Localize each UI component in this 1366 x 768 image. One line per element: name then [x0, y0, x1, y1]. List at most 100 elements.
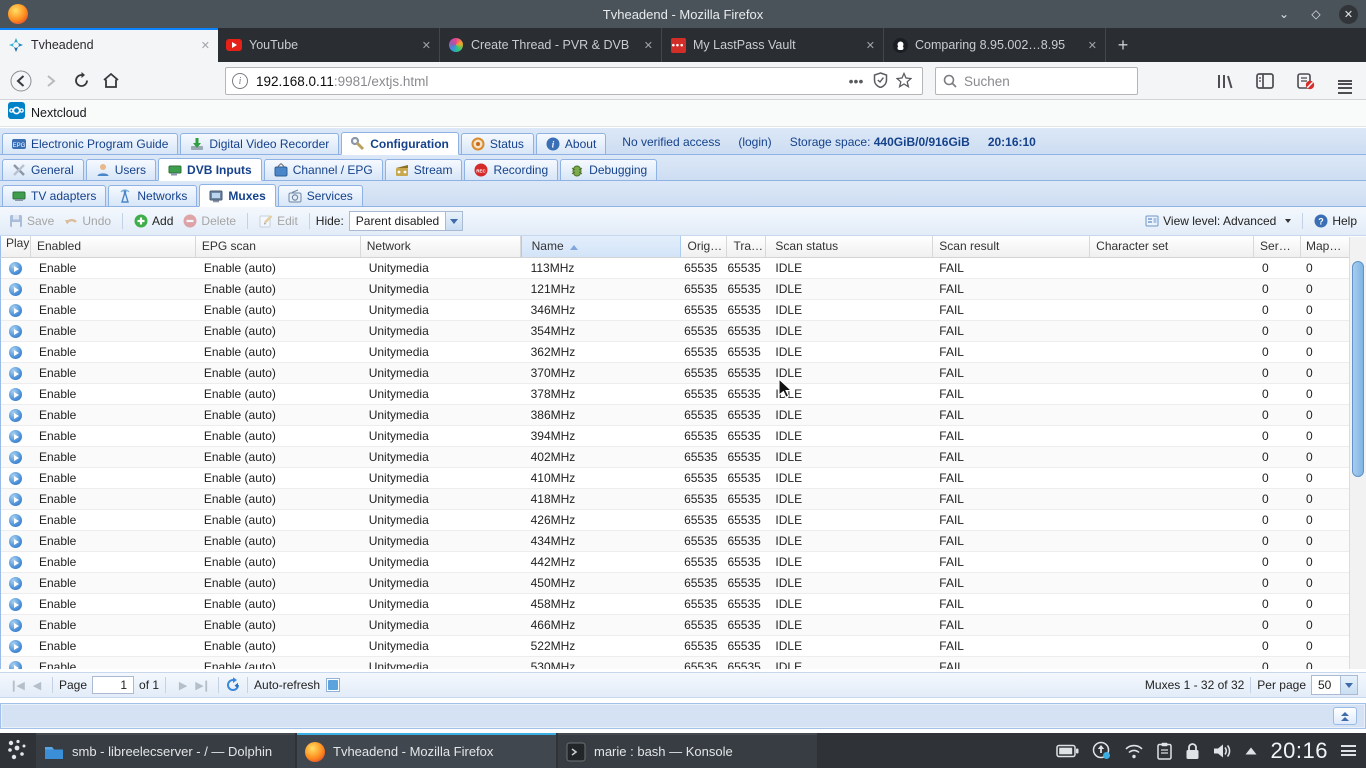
login-link[interactable]: (login) [738, 135, 771, 149]
play-icon[interactable] [9, 619, 22, 632]
search-input[interactable]: Suchen [935, 67, 1138, 95]
hide-select[interactable]: Parent disabled [349, 211, 463, 231]
taskbar-menu-icon[interactable] [1341, 743, 1356, 759]
column-header-name[interactable]: Name [521, 236, 682, 257]
chevron-down-icon[interactable] [1340, 676, 1357, 694]
table-row[interactable]: EnableEnable (auto)Unitymedia394MHz65535… [1, 426, 1349, 447]
column-header-network[interactable]: Network [361, 236, 521, 257]
tab-services[interactable]: Services [278, 185, 363, 207]
column-header-enabled[interactable]: Enabled [31, 236, 196, 257]
play-icon[interactable] [9, 640, 22, 653]
reload-icon[interactable] [66, 67, 96, 95]
adblock-icon[interactable] [1290, 67, 1320, 95]
play-icon[interactable] [9, 661, 22, 669]
grid-scrollbar-thumb[interactable] [1352, 261, 1364, 477]
lock-icon[interactable] [1185, 742, 1200, 760]
tab-networks[interactable]: Networks [108, 185, 197, 207]
column-header-epg-scan[interactable]: EPG scan [196, 236, 361, 257]
tray-expand-icon[interactable] [1245, 747, 1257, 755]
next-page-icon[interactable]: ▶ [172, 679, 192, 692]
table-row[interactable]: EnableEnable (auto)Unitymedia426MHz65535… [1, 510, 1349, 531]
last-page-icon[interactable]: ▶❙ [192, 679, 212, 692]
table-row[interactable]: EnableEnable (auto)Unitymedia466MHz65535… [1, 615, 1349, 636]
table-row[interactable]: EnableEnable (auto)Unitymedia370MHz65535… [1, 363, 1349, 384]
library-icon[interactable] [1210, 67, 1240, 95]
column-header-tra[interactable]: Tra… [727, 236, 766, 257]
table-row[interactable]: EnableEnable (auto)Unitymedia402MHz65535… [1, 447, 1349, 468]
delete-button[interactable]: Delete [178, 212, 241, 230]
prev-page-icon[interactable]: ◀ [26, 679, 46, 692]
maximize-icon[interactable]: ◇ [1307, 5, 1325, 23]
tab-channel-epg[interactable]: Channel / EPG [264, 159, 383, 181]
table-row[interactable]: EnableEnable (auto)Unitymedia458MHz65535… [1, 594, 1349, 615]
column-header-ser[interactable]: Ser… [1254, 236, 1301, 257]
url-bar[interactable]: i 192.168.0.11:9981/extjs.html ••• [225, 67, 923, 95]
table-row[interactable]: EnableEnable (auto)Unitymedia434MHz65535… [1, 531, 1349, 552]
tab-close-icon[interactable]: ✕ [1088, 39, 1097, 52]
page-input[interactable]: 1 [92, 676, 134, 694]
auto-refresh-checkbox[interactable] [326, 678, 340, 692]
page-actions-icon[interactable]: ••• [844, 73, 868, 89]
play-icon[interactable] [9, 472, 22, 485]
back-icon[interactable] [6, 67, 36, 95]
table-row[interactable]: EnableEnable (auto)Unitymedia450MHz65535… [1, 573, 1349, 594]
column-header-orig[interactable]: Orig… [681, 236, 727, 257]
play-icon[interactable] [9, 325, 22, 338]
table-row[interactable]: EnableEnable (auto)Unitymedia530MHz65535… [1, 657, 1349, 669]
tab-epg[interactable]: EPG Electronic Program Guide [2, 133, 178, 155]
browser-tab-youtube[interactable]: YouTube ✕ [218, 28, 440, 62]
home-icon[interactable] [96, 67, 126, 95]
tab-status[interactable]: Status [461, 133, 534, 155]
play-icon[interactable] [9, 493, 22, 506]
table-row[interactable]: EnableEnable (auto)Unitymedia442MHz65535… [1, 552, 1349, 573]
menu-hamburger-icon[interactable] [1330, 67, 1360, 95]
taskbar-item-konsole[interactable]: marie : bash — Konsole [558, 733, 817, 768]
table-row[interactable]: EnableEnable (auto)Unitymedia362MHz65535… [1, 342, 1349, 363]
play-icon[interactable] [9, 409, 22, 422]
table-row[interactable]: EnableEnable (auto)Unitymedia121MHz65535… [1, 279, 1349, 300]
play-icon[interactable] [9, 556, 22, 569]
browser-tab-tvheadend[interactable]: Tvheadend ✕ [0, 28, 218, 62]
site-info-icon[interactable]: i [232, 73, 248, 89]
tab-muxes[interactable]: Muxes [199, 184, 275, 207]
table-row[interactable]: EnableEnable (auto)Unitymedia522MHz65535… [1, 636, 1349, 657]
expand-panel-button[interactable] [1333, 707, 1357, 725]
play-icon[interactable] [9, 514, 22, 527]
grid-scrollbar[interactable] [1349, 237, 1366, 669]
table-row[interactable]: EnableEnable (auto)Unitymedia418MHz65535… [1, 489, 1349, 510]
add-button[interactable]: Add [129, 212, 178, 230]
tab-about[interactable]: i About [536, 133, 606, 155]
browser-tab-forum[interactable]: Create Thread - PVR & DVB ✕ [440, 28, 662, 62]
app-launcher-icon[interactable] [0, 733, 36, 768]
table-row[interactable]: EnableEnable (auto)Unitymedia113MHz65535… [1, 258, 1349, 279]
column-header-map[interactable]: Map… [1301, 236, 1349, 257]
play-icon[interactable] [9, 577, 22, 590]
undo-button[interactable]: Undo [59, 212, 116, 230]
play-icon[interactable] [9, 451, 22, 464]
table-row[interactable]: EnableEnable (auto)Unitymedia354MHz65535… [1, 321, 1349, 342]
refresh-icon[interactable] [225, 677, 241, 693]
tab-close-icon[interactable]: ✕ [422, 39, 431, 52]
play-icon[interactable] [9, 262, 22, 275]
play-icon[interactable] [9, 367, 22, 380]
bookmark-star-icon[interactable] [892, 72, 916, 91]
browser-tab-lastpass[interactable]: ••• My LastPass Vault ✕ [662, 28, 884, 62]
column-header-scan-status[interactable]: Scan status [766, 236, 933, 257]
tab-users[interactable]: Users [86, 159, 156, 181]
tab-dvr[interactable]: Digital Video Recorder [180, 133, 339, 155]
clipboard-icon[interactable] [1157, 742, 1172, 760]
play-icon[interactable] [9, 304, 22, 317]
updates-icon[interactable] [1092, 741, 1111, 760]
close-icon[interactable]: ✕ [1339, 5, 1358, 24]
tab-stream[interactable]: Stream [385, 159, 463, 181]
taskbar-item-firefox[interactable]: Tvheadend - Mozilla Firefox [297, 733, 556, 768]
new-tab-button[interactable]: + [1106, 28, 1140, 62]
table-row[interactable]: EnableEnable (auto)Unitymedia386MHz65535… [1, 405, 1349, 426]
play-icon[interactable] [9, 598, 22, 611]
chevron-down-icon[interactable] [445, 212, 462, 230]
tab-recording[interactable]: REC Recording [464, 159, 558, 181]
play-icon[interactable] [9, 388, 22, 401]
protection-shield-icon[interactable] [868, 72, 892, 91]
table-row[interactable]: EnableEnable (auto)Unitymedia346MHz65535… [1, 300, 1349, 321]
column-header-play[interactable]: Play [1, 236, 31, 257]
